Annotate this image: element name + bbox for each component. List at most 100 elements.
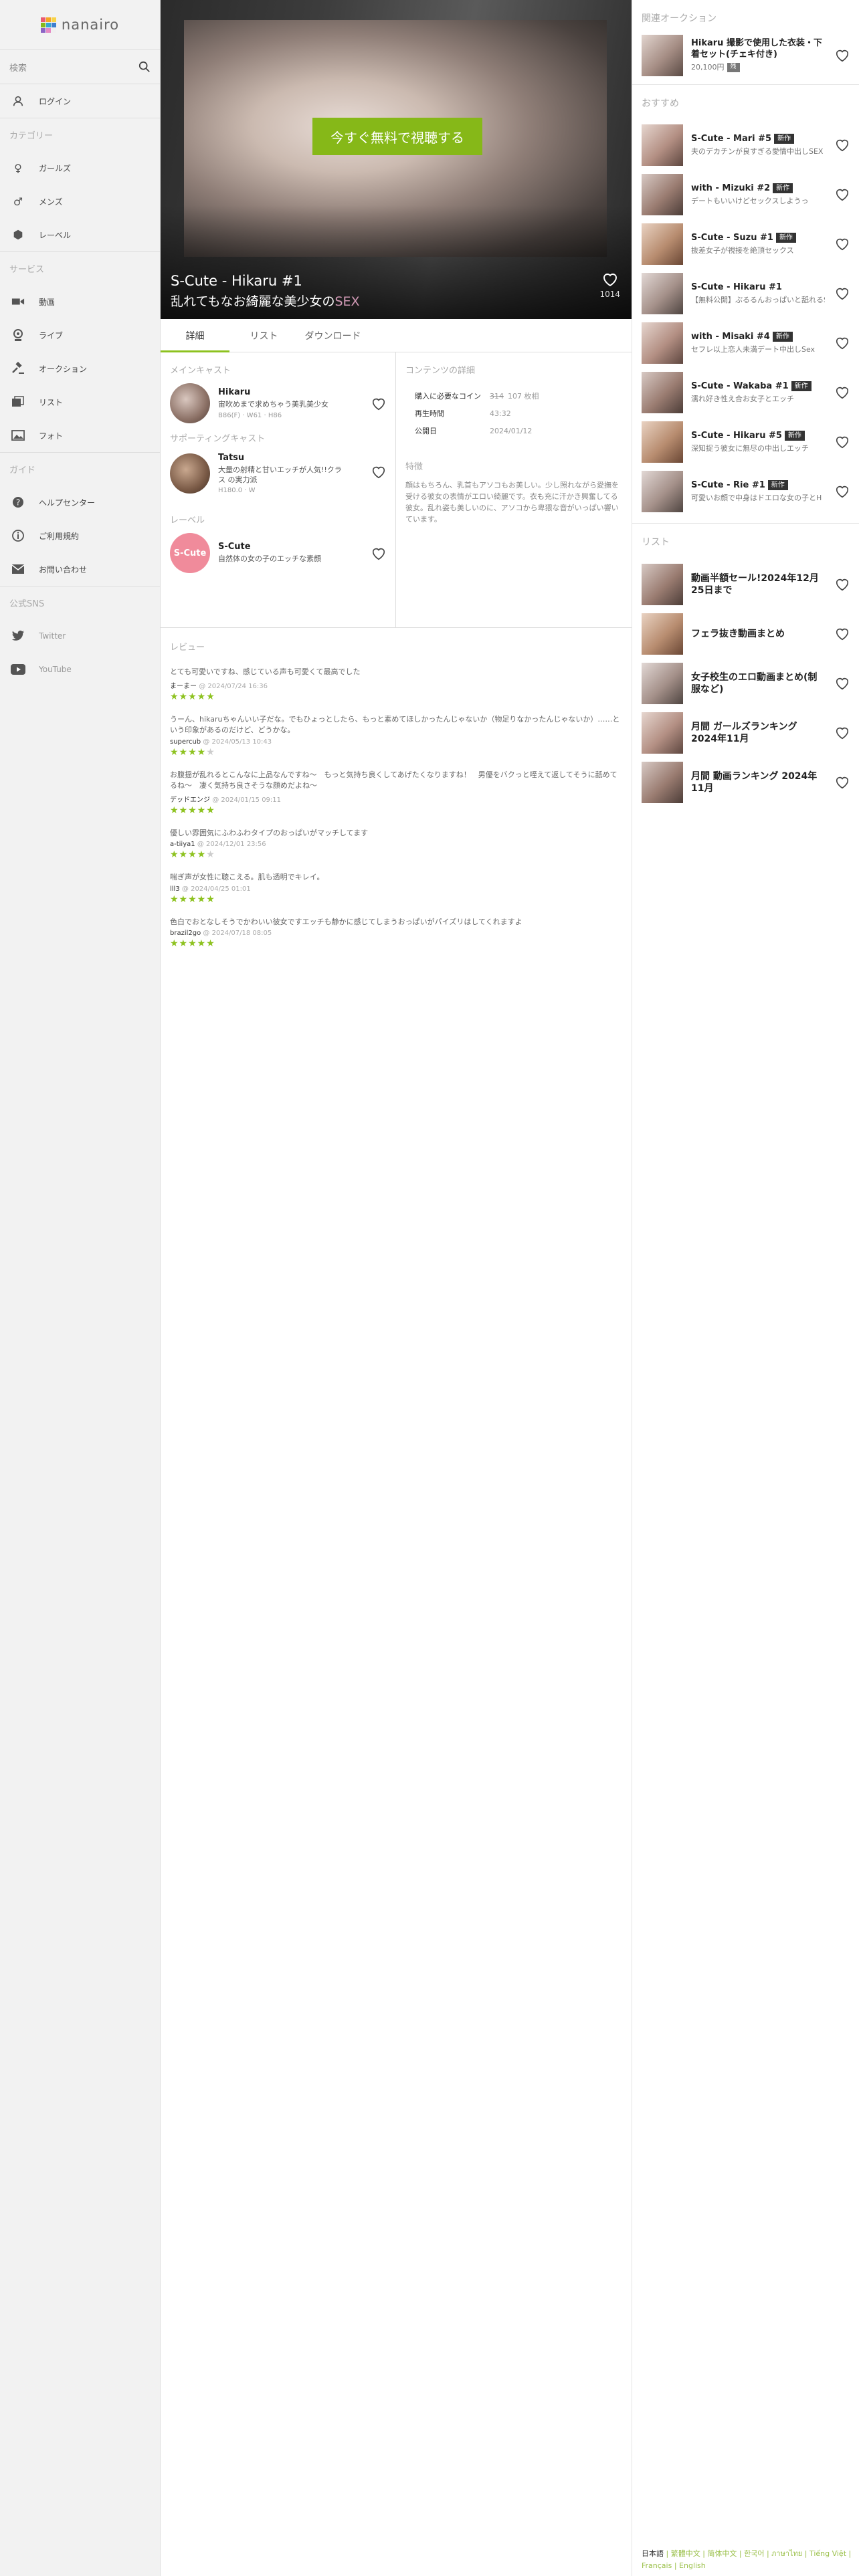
video-subtitle-text: 乱れてもなお綺麗な美少女の bbox=[171, 294, 335, 309]
heart-icon[interactable] bbox=[835, 676, 850, 691]
list-item[interactable]: 女子校生のエロ動画まとめ(制服など) bbox=[632, 659, 859, 708]
heart-icon[interactable] bbox=[835, 237, 850, 251]
brand-logo[interactable]: nanairo bbox=[0, 0, 160, 49]
heart-icon[interactable] bbox=[835, 187, 850, 202]
webcam-icon bbox=[11, 328, 25, 342]
heart-icon[interactable] bbox=[371, 546, 386, 561]
recommend-item[interactable]: S-Cute - Rie #1 新作 可愛いお顔で中身はドエロな女の子とH bbox=[632, 467, 859, 516]
sidebar-item-label: フォト bbox=[39, 431, 64, 441]
label-item[interactable]: S-Cute S-Cute 自然体の女の子のエッチな素顔 bbox=[161, 528, 395, 578]
new-badge: 新作 bbox=[775, 232, 796, 243]
tab-details[interactable]: 詳細 bbox=[161, 319, 229, 352]
recommend-desc: セフレ以上恋人未満デート中出しSex bbox=[691, 344, 816, 354]
sidebar-item-twitter[interactable]: Twitter bbox=[0, 619, 160, 653]
detail-value: 2024/01/12 bbox=[490, 426, 533, 435]
review-meta: a-tiiya1 @ 2024/12/01 23:56 bbox=[170, 841, 266, 848]
sidebar-item-girls[interactable]: ♀ ガールズ bbox=[0, 151, 160, 185]
svg-text:?: ? bbox=[16, 498, 20, 508]
video-title: S-Cute - Hikaru #1 bbox=[171, 273, 302, 289]
heart-icon[interactable] bbox=[835, 48, 850, 63]
recommend-item[interactable]: with - Misaki #4 新作 セフレ以上恋人未満デート中出しSex bbox=[632, 318, 859, 368]
heart-icon[interactable] bbox=[835, 336, 850, 350]
review-item: 色白でおとなしそうでかわいい彼女ですエッチも静かに感じてしまうおっぱいがパイズリ… bbox=[170, 917, 622, 950]
login-link[interactable]: ログイン bbox=[0, 84, 160, 118]
heart-icon[interactable] bbox=[835, 138, 850, 152]
recommend-thumbnail bbox=[642, 372, 683, 413]
recommend-item[interactable]: S-Cute - Wakaba #1 新作 濡れ好き性え合お女子とエッチ bbox=[632, 368, 859, 417]
review-text: とても可愛いですね、感じている声も可愛くて最高でした bbox=[170, 667, 361, 676]
sidebar-item-videos[interactable]: 動画 bbox=[0, 285, 160, 318]
youtube-icon bbox=[11, 662, 25, 677]
heart-icon[interactable] bbox=[835, 577, 850, 592]
sidebar-item-photo[interactable]: フォト bbox=[0, 419, 160, 452]
recommend-title: S-Cute - Hikaru #5 新作 bbox=[691, 430, 825, 442]
sidebar-item-mens[interactable]: ♂ メンズ bbox=[0, 185, 160, 218]
heart-icon[interactable] bbox=[835, 726, 850, 740]
recommend-header: おすすめ bbox=[632, 84, 859, 120]
recommend-title: with - Misaki #4 新作 bbox=[691, 331, 825, 343]
list-header: リスト bbox=[642, 537, 670, 548]
lang-links[interactable]: | 繁體中文 | 简体中文 | 한국어 | ภาษาไทย | Tiếng Vi… bbox=[642, 2549, 851, 2570]
recommend-desc: 深知捉う彼女に無尽の中出しエッチ bbox=[691, 443, 809, 453]
male-icon: ♂ bbox=[13, 195, 23, 208]
price: 20,100円 bbox=[691, 63, 725, 72]
sidebar-item-label: ご利用規約 bbox=[39, 531, 80, 541]
review-date: 2024/04/25 01:01 bbox=[191, 885, 251, 893]
sidebar-item-auction[interactable]: オークション bbox=[0, 352, 160, 385]
heart-icon[interactable] bbox=[835, 385, 850, 400]
search-input[interactable]: 検索 bbox=[0, 49, 160, 84]
heart-icon[interactable] bbox=[371, 465, 386, 479]
cast-item-main[interactable]: Hikaru 宙吹めまで求めちゃう美乳美少女 B86(F) · W61 · H8… bbox=[161, 378, 395, 429]
heart-icon[interactable] bbox=[835, 286, 850, 301]
tab-list[interactable]: リスト bbox=[229, 319, 298, 352]
review-user[interactable]: supercub bbox=[170, 738, 201, 746]
service-header: サービス bbox=[0, 251, 160, 285]
review-user[interactable]: a-tiiya1 bbox=[170, 841, 195, 848]
like-button[interactable]: 1014 bbox=[599, 272, 620, 299]
heart-icon[interactable] bbox=[371, 397, 386, 411]
sidebar: nanairo 検索 ログイン カテゴリー ♀ ガールズ ♂ メンズ レーベル … bbox=[0, 0, 161, 2576]
recommend-desc: 【無料公開】ぷるるんおっぱいと舐れるSEX bbox=[691, 295, 825, 304]
recommend-item[interactable]: S-Cute - Hikaru #5 新作 深知捉う彼女に無尽の中出しエッチ bbox=[632, 417, 859, 467]
lang-active[interactable]: 日本語 bbox=[642, 2549, 664, 2558]
list-thumbnail bbox=[642, 762, 683, 803]
heart-icon[interactable] bbox=[835, 484, 850, 499]
sidebar-item-terms[interactable]: ご利用規約 bbox=[0, 519, 160, 552]
review-date: 2024/07/24 16:36 bbox=[207, 682, 268, 690]
auction-thumbnail bbox=[642, 35, 683, 76]
sidebar-item-youtube[interactable]: YouTube bbox=[0, 653, 160, 686]
info-icon bbox=[11, 528, 25, 543]
review-text: 色白でおとなしそうでかわいい彼女ですエッチも静かに感じてしまうおっぱいがパイズリ… bbox=[170, 917, 522, 926]
list-item[interactable]: フェラ抜き動画まとめ bbox=[632, 609, 859, 659]
heart-icon[interactable] bbox=[835, 627, 850, 641]
watch-free-button[interactable]: 今すぐ無料で視聴する bbox=[312, 118, 482, 155]
review-user[interactable]: lll3 bbox=[170, 885, 180, 893]
review-stars: ★★★★★ bbox=[170, 746, 215, 758]
recommend-item[interactable]: with - Mizuki #2 新作 デートもいいけどセックスしようっ bbox=[632, 170, 859, 219]
cast-item-supporting[interactable]: Tatsu 大量の射精と甘いエッチが人気!!クラス の実力派 H180.0 · … bbox=[161, 446, 395, 501]
list-item[interactable]: 月間 ガールズランキング 2024年11月 bbox=[632, 708, 859, 758]
auction-item[interactable]: Hikaru 撮影で使用した衣装・下着セット(チェキ付き) 20,100円残 bbox=[632, 31, 859, 80]
avatar bbox=[170, 453, 210, 494]
list-item[interactable]: 動画半額セール!2024年12月25日まで bbox=[632, 560, 859, 609]
sidebar-item-help[interactable]: ? ヘルプセンター bbox=[0, 486, 160, 519]
recommend-item[interactable]: S-Cute - Hikaru #1 【無料公開】ぷるるんおっぱいと舐れるSEX bbox=[632, 269, 859, 318]
sidebar-item-contact[interactable]: お問い合わせ bbox=[0, 552, 160, 586]
tab-download[interactable]: ダウンロード bbox=[298, 319, 367, 352]
sidebar-item-live[interactable]: ライブ bbox=[0, 318, 160, 352]
recommend-title: S-Cute - Rie #1 新作 bbox=[691, 479, 825, 492]
sidebar-item-list[interactable]: リスト bbox=[0, 385, 160, 419]
heart-icon[interactable] bbox=[835, 775, 850, 790]
cast-column: メインキャスト Hikaru 宙吹めまで求めちゃう美乳美少女 B86(F) · … bbox=[161, 352, 396, 627]
recommend-item[interactable]: S-Cute - Suzu #1 新作 抜差女子が視接を絶頂セックス bbox=[632, 219, 859, 269]
sidebar-item-label-page[interactable]: レーベル bbox=[0, 218, 160, 251]
review-user[interactable]: まーまー bbox=[170, 683, 197, 690]
auction-title: Hikaru 撮影で使用した衣装・下着セット(チェキ付き) bbox=[691, 38, 822, 60]
recommend-item[interactable]: S-Cute - Mari #5 新作 夫のデカチンが良すぎる愛情中出しSEX bbox=[632, 120, 859, 170]
list-item[interactable]: 月間 動画ランキング 2024年11月 bbox=[632, 758, 859, 807]
review-user[interactable]: デッドエンジ bbox=[170, 796, 210, 804]
review-user[interactable]: brazil2go bbox=[170, 930, 201, 937]
heart-icon[interactable] bbox=[835, 435, 850, 449]
search-icon[interactable] bbox=[138, 61, 151, 73]
content-details-column: コンテンツの詳細 購入に必要なコイン 314 107 枚相 再生時間 43:32 … bbox=[396, 352, 632, 627]
